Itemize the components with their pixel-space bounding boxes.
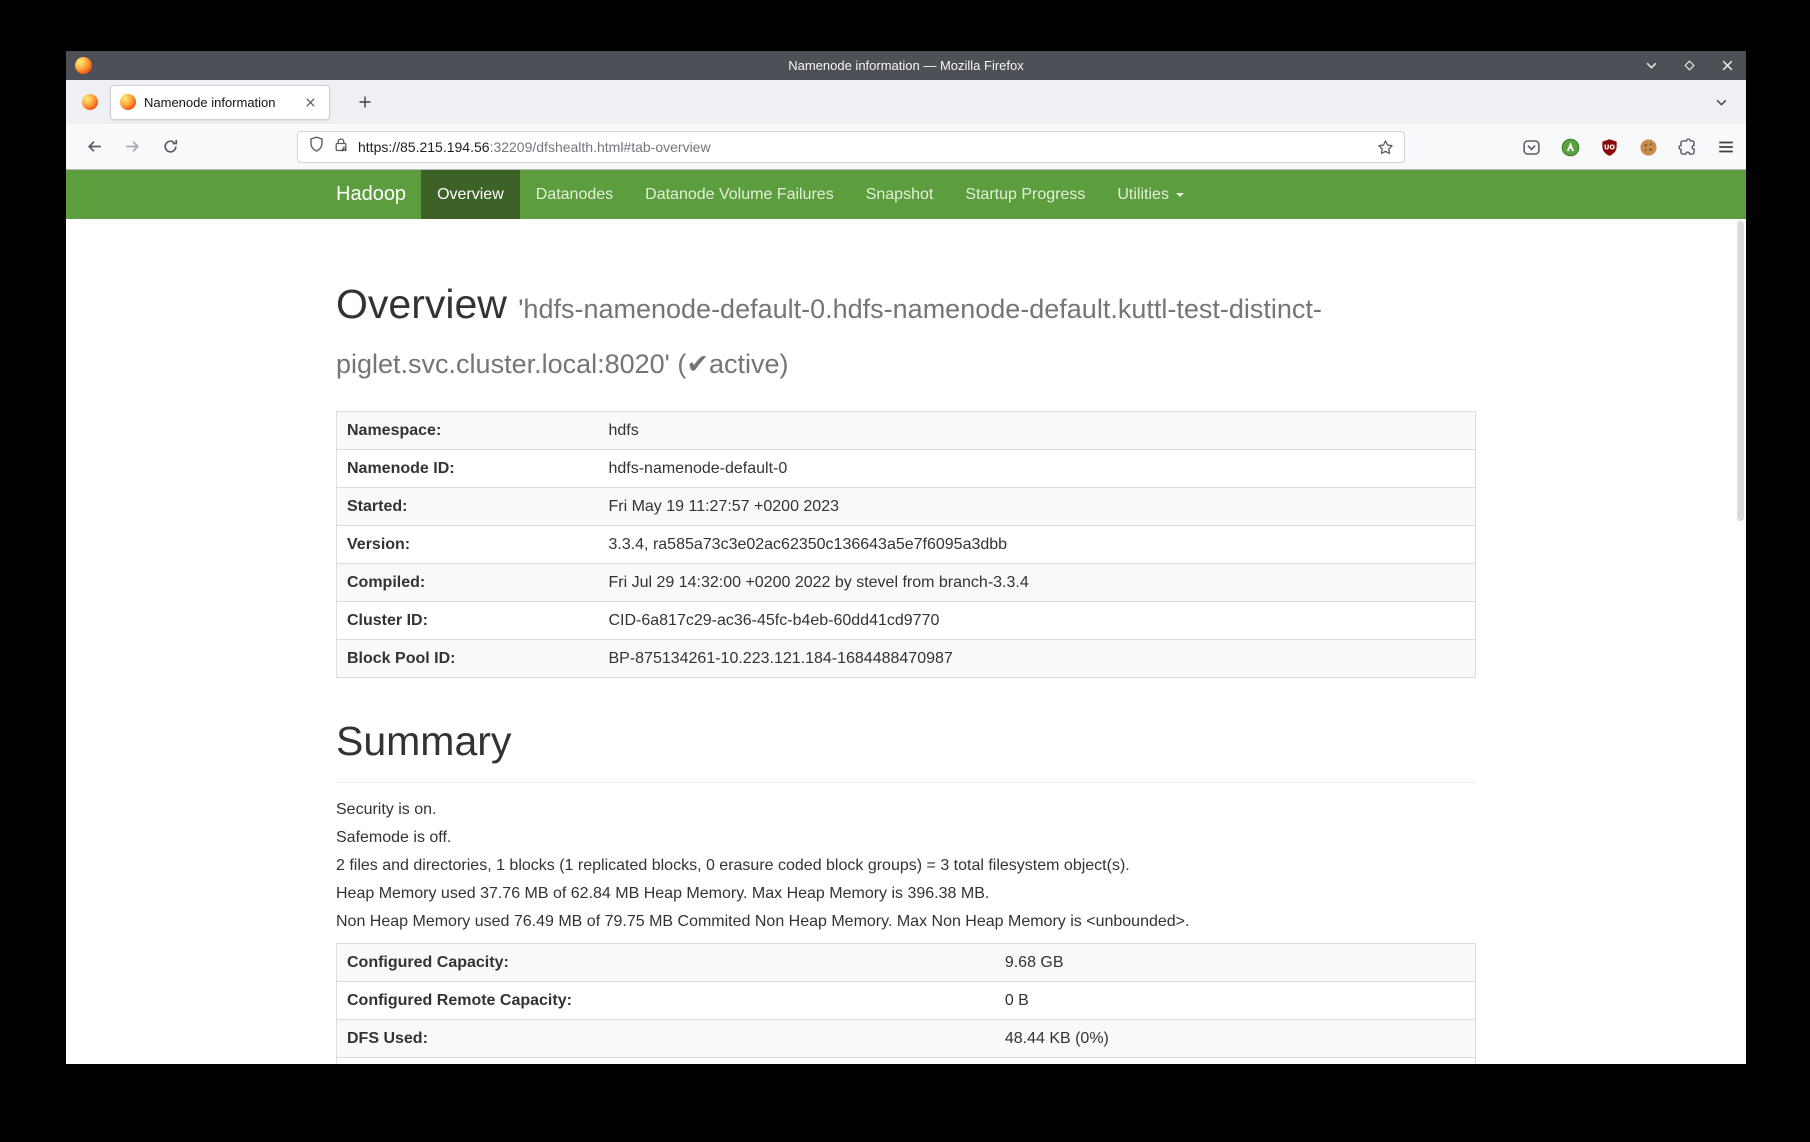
url-bar[interactable]: https://85.215.194.56:32209/dfshealth.ht… [297,131,1405,163]
tab-overview[interactable]: Overview [421,170,520,219]
tab-title: Namenode information [144,95,300,110]
url-host: https://85.215.194.56 [358,139,490,155]
ublock-origin-icon[interactable]: UO [1598,136,1620,158]
table-row: Configured Capacity:9.68 GB [337,944,1476,982]
table-row: DFS Used:48.44 KB (0%) [337,1020,1476,1058]
row-value: 119.56 KB [995,1058,1476,1065]
table-row: Namenode ID:hdfs-namenode-default-0 [337,450,1476,488]
tab-favicon [120,94,136,110]
row-value: 3.3.4, ra585a73c3e02ac62350c136643a5e7f6… [598,526,1475,564]
summary-line: Safemode is off. [336,828,1476,847]
tracking-shield-icon[interactable] [308,136,325,158]
page-content: Overview 'hdfs-namenode-default-0.hdfs-n… [66,219,1746,1064]
row-label: Cluster ID: [337,602,599,640]
window-titlebar: Namenode information — Mozilla Firefox [66,51,1746,80]
browser-tab[interactable]: Namenode information [110,85,330,120]
row-label: Namenode ID: [337,450,599,488]
maximize-button[interactable] [1683,59,1696,72]
row-value: hdfs-namenode-default-0 [598,450,1475,488]
summary-line: Heap Memory used 37.76 MB of 62.84 MB He… [336,884,1476,903]
capacity-table: Configured Capacity:9.68 GB Configured R… [336,943,1476,1064]
window-title: Namenode information — Mozilla Firefox [66,58,1746,73]
row-label: Configured Capacity: [337,944,995,982]
table-row: Cluster ID:CID-6a817c29-ac36-45fc-b4eb-6… [337,602,1476,640]
minimize-button[interactable] [1645,59,1658,72]
new-tab-button[interactable] [352,89,378,115]
tab-utilities-dropdown[interactable]: Utilities [1101,170,1200,219]
row-label: Namespace: [337,412,599,450]
active-status: active) [709,349,789,379]
firefox-view-icon [82,94,98,110]
navbar-brand-hadoop[interactable]: Hadoop [336,170,421,219]
row-value: 48.44 KB (0%) [995,1020,1476,1058]
cookie-icon[interactable] [1637,136,1659,158]
all-tabs-chevron-icon[interactable] [1708,89,1734,115]
row-label: Started: [337,488,599,526]
check-icon: ✔ [686,349,709,379]
back-button[interactable] [86,138,103,155]
hadoop-navbar: Hadoop Overview Datanodes Datanode Volum… [66,170,1746,219]
reload-button[interactable] [162,138,179,155]
tab-datanodes[interactable]: Datanodes [520,170,629,219]
scrollbar-thumb[interactable] [1737,221,1744,521]
row-label: Non DFS Used: [337,1058,995,1065]
firefox-window: Namenode information — Mozilla Firefox [66,51,1746,1064]
table-row: Namespace:hdfs [337,412,1476,450]
row-value: Fri Jul 29 14:32:00 +0200 2022 by stevel… [598,564,1475,602]
close-window-button[interactable] [1721,59,1734,72]
summary-line: Security is on. [336,800,1476,819]
url-text: https://85.215.194.56:32209/dfshealth.ht… [358,139,711,155]
table-row: Version:3.3.4, ra585a73c3e02ac62350c1366… [337,526,1476,564]
pocket-icon[interactable] [1520,136,1542,158]
row-label: Configured Remote Capacity: [337,982,995,1020]
row-value: 0 B [995,982,1476,1020]
row-label: Block Pool ID: [337,640,599,678]
row-value: 9.68 GB [995,944,1476,982]
tab-startup-progress[interactable]: Startup Progress [949,170,1101,219]
browser-toolbar: https://85.215.194.56:32209/dfshealth.ht… [66,124,1746,170]
table-row: Compiled:Fri Jul 29 14:32:00 +0200 2022 … [337,564,1476,602]
privacy-badger-icon[interactable] [1559,136,1581,158]
row-label: DFS Used: [337,1020,995,1058]
namenode-host-line1: 'hdfs-namenode-default-0.hdfs-namenode-d… [518,294,1322,324]
table-row: Configured Remote Capacity:0 B [337,982,1476,1020]
svg-text:UO: UO [1603,143,1614,151]
tab-datanode-volume-failures[interactable]: Datanode Volume Failures [629,170,850,219]
divider [336,782,1476,783]
summary-line: 2 files and directories, 1 blocks (1 rep… [336,856,1476,875]
namenode-info-table: Namespace:hdfs Namenode ID:hdfs-namenode… [336,411,1476,678]
summary-line: Non Heap Memory used 76.49 MB of 79.75 M… [336,912,1476,931]
firefox-view-button[interactable] [77,89,103,115]
summary-heading: Summary [336,716,1476,766]
table-row: Non DFS Used:119.56 KB [337,1058,1476,1065]
overview-title: Overview [336,281,507,327]
namenode-host-line2: piglet.svc.cluster.local:8020' ( [336,349,686,379]
row-value: BP-875134261-10.223.121.184-168448847098… [598,640,1475,678]
table-row: Block Pool ID:BP-875134261-10.223.121.18… [337,640,1476,678]
row-value: hdfs [598,412,1475,450]
bookmark-star-icon[interactable] [1377,139,1394,156]
lock-warning-icon[interactable] [333,137,349,158]
tab-strip: Namenode information [66,80,1746,124]
row-label: Version: [337,526,599,564]
row-label: Compiled: [337,564,599,602]
utilities-label: Utilities [1117,186,1169,204]
menu-hamburger-icon[interactable] [1715,136,1737,158]
forward-button[interactable] [124,138,141,155]
extensions-puzzle-icon[interactable] [1676,136,1698,158]
overview-heading: Overview 'hdfs-namenode-default-0.hdfs-n… [336,279,1476,389]
url-path: :32209/dfshealth.html#tab-overview [490,139,711,155]
row-value: Fri May 19 11:27:57 +0200 2023 [598,488,1475,526]
tab-snapshot[interactable]: Snapshot [850,170,950,219]
row-value: CID-6a817c29-ac36-45fc-b4eb-60dd41cd9770 [598,602,1475,640]
tab-close-icon[interactable] [300,92,320,112]
desktop-background: Namenode information — Mozilla Firefox [0,0,1810,1142]
table-row: Started:Fri May 19 11:27:57 +0200 2023 [337,488,1476,526]
caret-down-icon [1176,193,1184,197]
